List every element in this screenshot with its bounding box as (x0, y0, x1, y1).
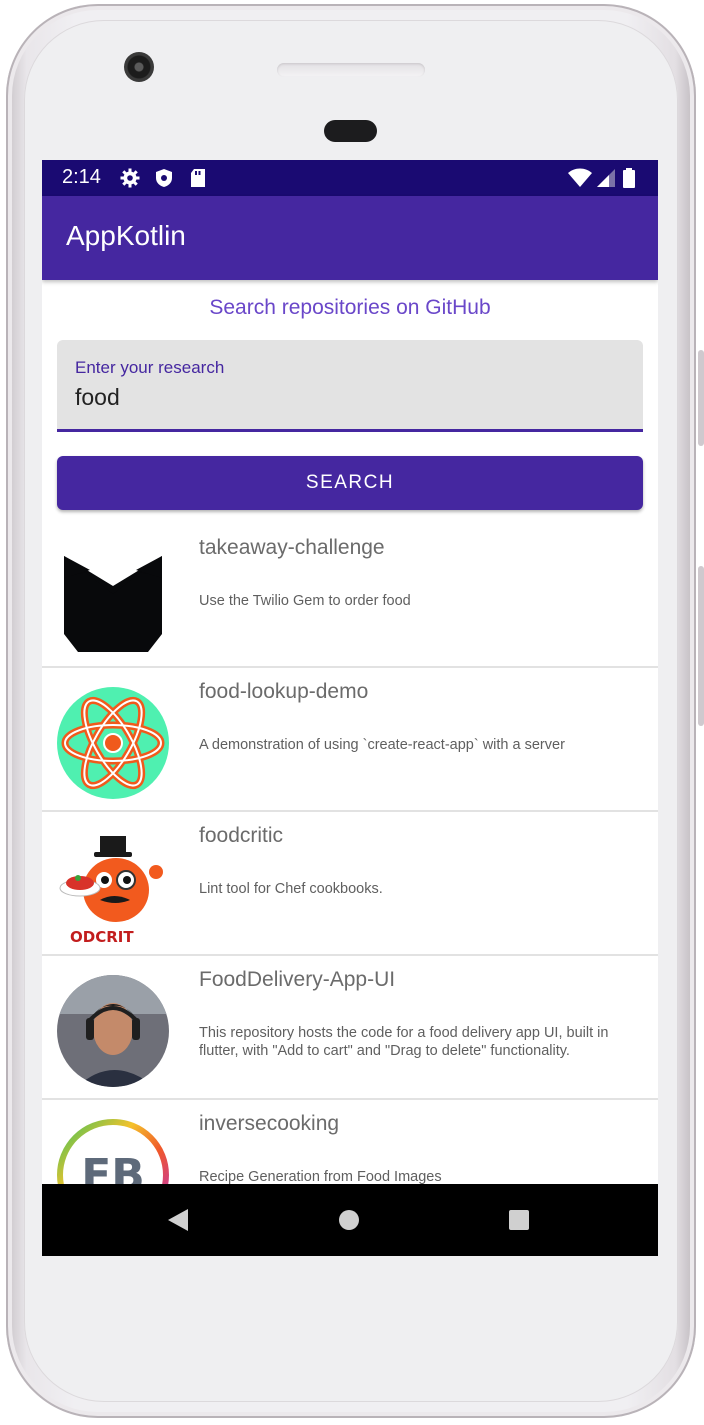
repo-name: food-lookup-demo (199, 680, 369, 703)
repo-name: inversecooking (199, 1112, 340, 1135)
app-title: AppKotlin (66, 220, 186, 251)
search-button[interactable]: SEARCH (57, 456, 643, 510)
repo-name: foodcritic (199, 824, 284, 847)
navigation-bar (42, 1184, 658, 1256)
battery-icon (623, 168, 635, 188)
user-photo (57, 975, 169, 1087)
search-input[interactable] (73, 382, 617, 413)
status-bar: 2:14 (42, 160, 658, 196)
app-bar: AppKotlin (42, 196, 658, 280)
earpiece-speaker (277, 63, 425, 77)
list-item[interactable]: food-lookup-demo A demonstration of usin… (42, 668, 658, 812)
list-item[interactable]: FoodDelivery-App-UI This repository host… (42, 956, 658, 1100)
react-atom-icon (57, 687, 169, 799)
foodcritic-mascot: ODCRIT (56, 830, 170, 944)
recents-icon[interactable] (509, 1210, 529, 1230)
repo-description: This repository hosts the code for a foo… (199, 1025, 609, 1059)
status-time: 2:14 (62, 166, 101, 188)
repo-avatar (56, 542, 170, 656)
search-field-label: Enter your research (75, 358, 225, 377)
repo-description: A demonstration of using `create-react-a… (199, 737, 565, 753)
power-button (698, 566, 704, 726)
repo-avatar (56, 686, 170, 800)
screen: 2:14 AppKotlin Search repositories on Gi… (42, 160, 658, 1256)
repo-description: Lint tool for Chef cookbooks. (199, 881, 383, 897)
front-camera (124, 52, 154, 82)
search-field[interactable]: Enter your research (57, 340, 643, 432)
foodcritic-logo-text: ODCRIT (70, 928, 134, 944)
repo-name: takeaway-challenge (199, 536, 385, 559)
signal-icon (597, 169, 615, 187)
black-cat-shape-icon (56, 542, 170, 656)
list-item[interactable]: ODCRIT foodcritic Lint tool for Chef coo… (42, 812, 658, 956)
gear-icon (120, 168, 140, 188)
back-icon[interactable] (166, 1208, 190, 1232)
repository-list: takeaway-challenge Use the Twilio Gem to… (42, 524, 658, 1244)
sd-card-icon (191, 169, 205, 187)
list-item[interactable]: takeaway-challenge Use the Twilio Gem to… (42, 524, 658, 668)
home-icon[interactable] (338, 1209, 360, 1231)
wifi-icon (568, 168, 592, 187)
volume-button (698, 350, 704, 446)
proximity-sensor (324, 120, 377, 142)
shield-icon (156, 169, 172, 187)
repo-avatar: ODCRIT (56, 830, 170, 944)
repo-name: FoodDelivery-App-UI (199, 968, 396, 991)
repo-description: Use the Twilio Gem to order food (199, 593, 411, 609)
repo-avatar (56, 974, 170, 1088)
page-heading: Search repositories on GitHub (209, 296, 491, 319)
